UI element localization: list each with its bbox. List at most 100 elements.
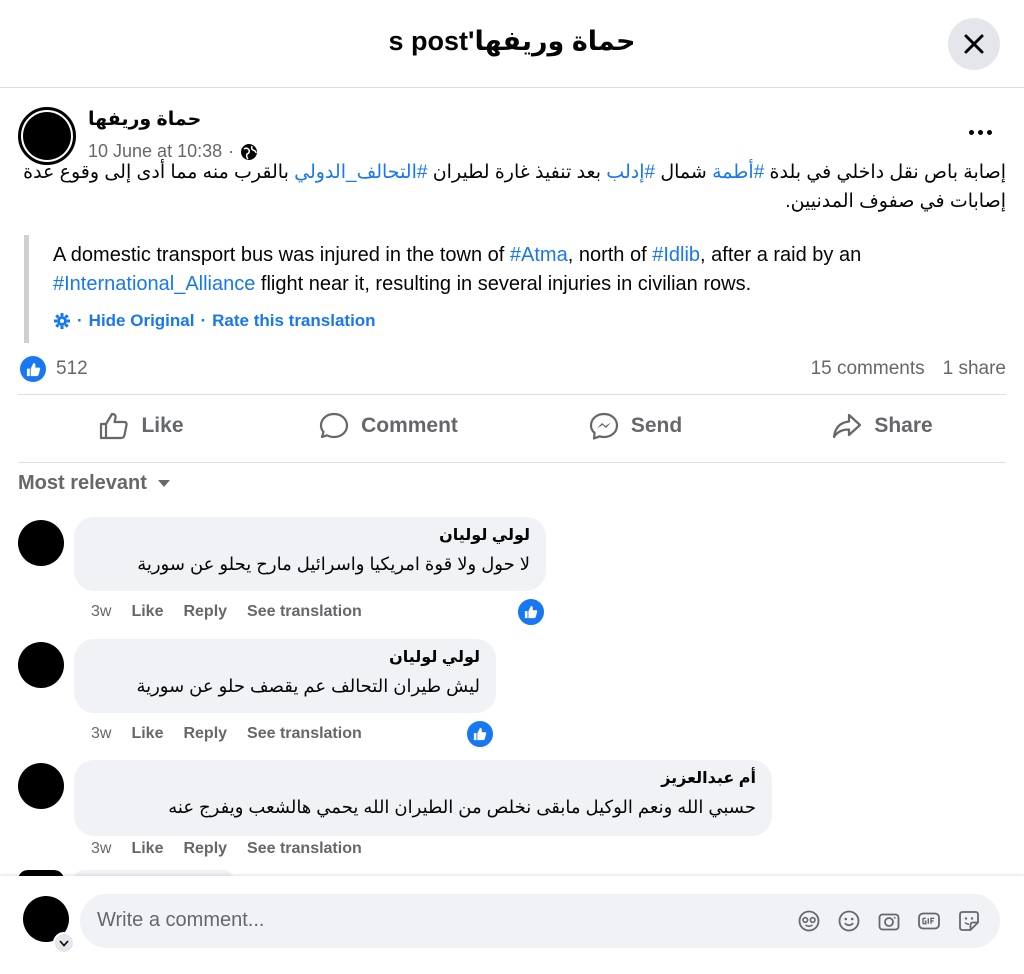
comment-timestamp[interactable]: 3w: [91, 725, 111, 743]
comments-count[interactable]: 15 comments: [811, 358, 925, 380]
post-text: إصابة باص نقل داخلي في بلدة #أطمة شمال #…: [18, 158, 1006, 216]
comment-see-translation[interactable]: See translation: [247, 840, 362, 858]
comment-timestamp[interactable]: 3w: [91, 840, 111, 858]
emoji-button[interactable]: [836, 908, 862, 934]
comment-bubble: لولي لوليان لا حول ولا قوة امريكيا واسرا…: [74, 517, 546, 591]
comment-actions: 3w Like Reply See translation: [91, 725, 362, 743]
translation-segment: A domestic transport bus was injured in …: [53, 244, 510, 266]
hashtag-link[interactable]: #إدلب: [606, 162, 655, 183]
comment-input-placeholder: Write a comment...: [97, 909, 265, 931]
sticker-button[interactable]: [956, 908, 982, 934]
messenger-icon: [589, 412, 618, 440]
commenter-avatar[interactable]: [18, 520, 64, 566]
hashtag-link[interactable]: #International_Alliance: [53, 273, 255, 295]
comment-sort-dropdown[interactable]: Most relevant: [18, 472, 171, 495]
comment-actions: 3w Like Reply See translation: [91, 840, 362, 858]
commenter-avatar[interactable]: [18, 763, 64, 809]
comment-timestamp[interactable]: 3w: [91, 603, 111, 621]
comment-reply-button[interactable]: Reply: [183, 603, 227, 621]
share-button[interactable]: Share: [759, 398, 1006, 454]
post-action-bar: Like Comment Send Share: [18, 398, 1006, 454]
emoji-icon: [838, 910, 860, 932]
hashtag-link[interactable]: #أطمة: [712, 162, 764, 183]
rate-translation-link[interactable]: Rate this translation: [212, 311, 375, 331]
comment-like-button[interactable]: Like: [131, 603, 163, 621]
like-reaction-badge[interactable]: [20, 356, 46, 382]
hashtag-link[interactable]: #Atma: [510, 244, 568, 266]
more-options-icon: [967, 129, 994, 135]
thumbs-up-icon: [524, 605, 538, 619]
commenter-avatar[interactable]: [18, 642, 64, 688]
commenter-name[interactable]: أم عبدالعزيز: [90, 768, 756, 790]
close-button[interactable]: [948, 18, 1000, 70]
share-arrow-icon: [833, 413, 862, 439]
comment-button[interactable]: Comment: [265, 398, 512, 454]
send-button[interactable]: Send: [512, 398, 759, 454]
author-avatar[interactable]: [18, 107, 76, 165]
comment-reply-button[interactable]: Reply: [183, 725, 227, 743]
translation-segment: , north of: [567, 244, 653, 266]
hashtag-link[interactable]: #التحالف_الدولي: [294, 162, 427, 183]
comment-composer: Write a comment...: [0, 876, 1024, 974]
commenter-name[interactable]: لولي لوليان: [90, 525, 530, 547]
like-button[interactable]: Like: [18, 398, 265, 454]
comment-reaction-badge[interactable]: [465, 719, 495, 749]
thumbs-up-icon: [473, 727, 487, 741]
like-button-label: Like: [141, 414, 184, 437]
translation-links: · Hide Original · Rate this translation: [53, 311, 1004, 331]
comment-see-translation[interactable]: See translation: [247, 725, 362, 743]
composer-toolbar: [796, 908, 982, 934]
post-text-segment: إصابة باص نقل داخلي في بلدة: [764, 162, 1006, 183]
divider: [18, 394, 1006, 395]
comment-bubble: أم عبدالعزيز حسبي الله ونعم الوكيل مابقى…: [74, 760, 772, 836]
profile-switcher[interactable]: [53, 932, 75, 954]
thumbs-up-icon: [26, 362, 40, 376]
comment-input[interactable]: Write a comment...: [80, 894, 1000, 948]
shares-count[interactable]: 1 share: [943, 358, 1006, 380]
hashtag-link[interactable]: #Idlib: [652, 244, 700, 266]
comment-see-translation[interactable]: See translation: [247, 603, 362, 621]
comment-reaction-badge[interactable]: [516, 597, 546, 627]
dialog-title: حماة وريفها's post: [388, 26, 636, 56]
translation-text: A domestic transport bus was injured in …: [53, 241, 1004, 299]
close-icon: [964, 34, 984, 54]
camera-icon: [878, 913, 900, 931]
avatar-sticker-button[interactable]: [796, 908, 822, 934]
sticker-icon: [959, 911, 979, 931]
share-button-label: Share: [874, 414, 933, 437]
camera-button[interactable]: [876, 908, 902, 934]
comment-button-label: Comment: [361, 414, 458, 437]
translation-separator: ·: [77, 311, 83, 330]
divider: [18, 462, 1006, 463]
post-stats: 512 15 comments 1 share: [18, 352, 1006, 386]
translation-block: A domestic transport bus was injured in …: [24, 235, 1004, 343]
comment-reply-button[interactable]: Reply: [183, 840, 227, 858]
gif-button[interactable]: [916, 908, 942, 934]
comment-bubble: لولي لوليان ليش طيران التحالف عم يقصف حل…: [74, 639, 496, 713]
thumbs-up-icon: [100, 412, 129, 440]
translation-segment: flight near it, resulting in several inj…: [255, 273, 752, 295]
avatar-sticker-icon: [798, 910, 820, 932]
gif-icon: [918, 912, 940, 930]
comment-like-button[interactable]: Like: [131, 725, 163, 743]
translation-segment: , after a raid by an: [700, 244, 862, 266]
sort-label: Most relevant: [18, 472, 147, 494]
comment-like-button[interactable]: Like: [131, 840, 163, 858]
comment-text: لا حول ولا قوة امريكيا واسرائيل مارح يحل…: [137, 554, 530, 574]
gear-icon[interactable]: [53, 312, 71, 330]
comment-text: حسبي الله ونعم الوكيل مابقى نخلص من الطي…: [168, 797, 756, 817]
translation-separator: ·: [200, 311, 207, 330]
post-dialog-header: حماة وريفها's post: [0, 0, 1024, 88]
author-name[interactable]: حماة وريفها: [88, 108, 201, 131]
hide-original-link[interactable]: Hide Original: [89, 311, 195, 331]
comment-bubble-icon: [319, 412, 349, 439]
post-text-segment: بعد تنفيذ غارة لطيران: [427, 162, 607, 183]
chevron-down-icon: [59, 939, 69, 947]
commenter-name[interactable]: لولي لوليان: [90, 647, 480, 669]
more-options-button[interactable]: [962, 118, 998, 146]
send-button-label: Send: [630, 414, 683, 437]
comment-text: ليش طيران التحالف عم يقصف حلو عن سورية: [136, 676, 480, 696]
caret-down-icon: [157, 480, 170, 487]
reaction-count[interactable]: 512: [56, 358, 88, 380]
post-text-segment: شمال: [655, 162, 713, 183]
